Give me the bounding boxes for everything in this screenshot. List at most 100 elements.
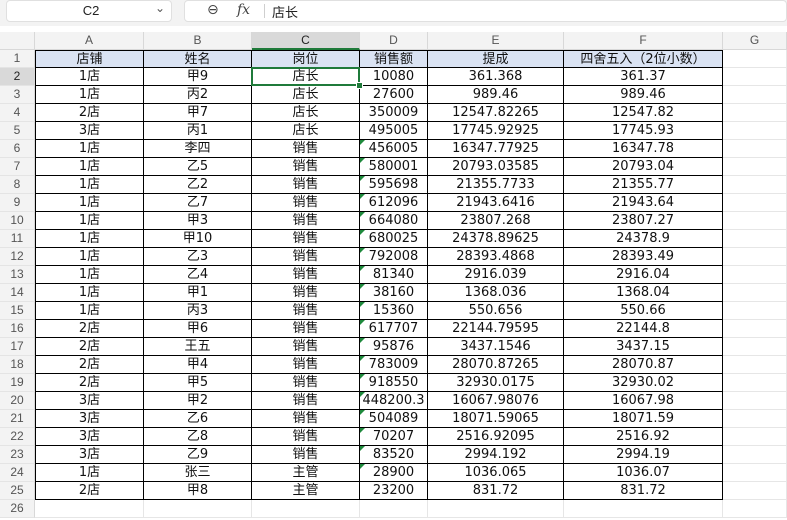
table-cell[interactable]: 销售 xyxy=(252,158,360,176)
empty-cell[interactable] xyxy=(723,104,787,122)
table-cell[interactable]: 乙2 xyxy=(144,176,252,194)
table-cell[interactable]: 18071.59 xyxy=(564,410,723,428)
header-cell[interactable]: 四舍五入（2位小数） xyxy=(564,50,723,68)
empty-cell[interactable] xyxy=(723,248,787,266)
empty-cell[interactable] xyxy=(723,50,787,68)
table-cell[interactable]: 2店 xyxy=(35,338,144,356)
row-header-5[interactable]: 5 xyxy=(0,122,35,140)
formula-input[interactable]: 店长 xyxy=(272,2,298,21)
table-cell[interactable]: 3店 xyxy=(35,410,144,428)
row-header-3[interactable]: 3 xyxy=(0,86,35,104)
row-header-14[interactable]: 14 xyxy=(0,284,35,302)
table-cell[interactable]: 乙5 xyxy=(144,158,252,176)
column-header-e[interactable]: E xyxy=(428,32,564,50)
empty-cell[interactable] xyxy=(723,212,787,230)
table-cell[interactable]: 504089 xyxy=(360,410,428,428)
table-cell[interactable]: 495005 xyxy=(360,122,428,140)
table-cell[interactable]: 销售 xyxy=(252,374,360,392)
table-cell[interactable]: 550.656 xyxy=(428,302,564,320)
table-cell[interactable]: 销售 xyxy=(252,356,360,374)
table-cell[interactable]: 销售 xyxy=(252,392,360,410)
table-cell[interactable]: 16067.98 xyxy=(564,392,723,410)
column-header-f[interactable]: F xyxy=(564,32,723,50)
table-cell[interactable]: 12547.82 xyxy=(564,104,723,122)
table-cell[interactable]: 28070.87 xyxy=(564,356,723,374)
row-header-8[interactable]: 8 xyxy=(0,176,35,194)
table-cell[interactable]: 店长 xyxy=(252,86,360,104)
table-cell[interactable]: 1店 xyxy=(35,230,144,248)
table-cell[interactable]: 2516.92 xyxy=(564,428,723,446)
row-header-2[interactable]: 2 xyxy=(0,68,35,86)
table-cell[interactable]: 销售 xyxy=(252,338,360,356)
table-cell[interactable]: 3店 xyxy=(35,122,144,140)
table-cell[interactable]: 2店 xyxy=(35,482,144,500)
table-cell[interactable]: 1店 xyxy=(35,212,144,230)
row-header-15[interactable]: 15 xyxy=(0,302,35,320)
header-cell[interactable]: 销售额 xyxy=(360,50,428,68)
column-header-d[interactable]: D xyxy=(360,32,428,50)
empty-cell[interactable] xyxy=(564,500,723,518)
fill-handle[interactable] xyxy=(356,82,363,89)
table-cell[interactable]: 销售 xyxy=(252,194,360,212)
table-cell[interactable]: 17745.93 xyxy=(564,122,723,140)
row-header-1[interactable]: 1 xyxy=(0,50,35,68)
table-cell[interactable]: 783009 xyxy=(360,356,428,374)
table-cell[interactable]: 甲7 xyxy=(144,104,252,122)
table-cell[interactable]: 甲1 xyxy=(144,284,252,302)
table-cell[interactable]: 1店 xyxy=(35,176,144,194)
table-cell[interactable]: 2994.192 xyxy=(428,446,564,464)
table-cell[interactable]: 主管 xyxy=(252,464,360,482)
table-cell[interactable]: 23200 xyxy=(360,482,428,500)
table-cell[interactable]: 甲10 xyxy=(144,230,252,248)
table-cell[interactable]: 18071.59065 xyxy=(428,410,564,428)
table-cell[interactable]: 831.72 xyxy=(564,482,723,500)
table-cell[interactable]: 1店 xyxy=(35,140,144,158)
row-header-11[interactable]: 11 xyxy=(0,230,35,248)
table-cell[interactable]: 店长 xyxy=(252,104,360,122)
empty-cell[interactable] xyxy=(723,428,787,446)
table-cell[interactable]: 617707 xyxy=(360,320,428,338)
table-cell[interactable]: 20793.04 xyxy=(564,158,723,176)
table-cell[interactable]: 1店 xyxy=(35,194,144,212)
table-cell[interactable]: 456005 xyxy=(360,140,428,158)
zoom-icon[interactable]: ⊖ xyxy=(207,2,219,18)
empty-cell[interactable] xyxy=(723,356,787,374)
table-cell[interactable]: 2店 xyxy=(35,374,144,392)
empty-cell[interactable] xyxy=(723,392,787,410)
empty-cell[interactable] xyxy=(723,374,787,392)
table-cell[interactable]: 831.72 xyxy=(428,482,564,500)
row-header-12[interactable]: 12 xyxy=(0,248,35,266)
empty-cell[interactable] xyxy=(144,500,252,518)
table-cell[interactable]: 1店 xyxy=(35,284,144,302)
table-cell[interactable]: 乙9 xyxy=(144,446,252,464)
row-header-17[interactable]: 17 xyxy=(0,338,35,356)
table-cell[interactable]: 664080 xyxy=(360,212,428,230)
row-header-18[interactable]: 18 xyxy=(0,356,35,374)
table-cell[interactable]: 17745.92925 xyxy=(428,122,564,140)
table-cell[interactable]: 448200.3 xyxy=(360,392,428,410)
table-cell[interactable]: 1368.036 xyxy=(428,284,564,302)
table-cell[interactable]: 销售 xyxy=(252,248,360,266)
column-header-g[interactable]: G xyxy=(723,32,787,50)
table-cell[interactable]: 甲5 xyxy=(144,374,252,392)
row-header-13[interactable]: 13 xyxy=(0,266,35,284)
row-header-22[interactable]: 22 xyxy=(0,428,35,446)
table-cell[interactable]: 16067.98076 xyxy=(428,392,564,410)
table-cell[interactable]: 3437.1546 xyxy=(428,338,564,356)
empty-cell[interactable] xyxy=(723,158,787,176)
table-cell[interactable]: 12547.82265 xyxy=(428,104,564,122)
table-cell[interactable]: 销售 xyxy=(252,266,360,284)
empty-cell[interactable] xyxy=(723,464,787,482)
table-cell[interactable]: 乙4 xyxy=(144,266,252,284)
table-cell[interactable]: 22144.8 xyxy=(564,320,723,338)
table-cell[interactable]: 15360 xyxy=(360,302,428,320)
table-cell[interactable]: 10080 xyxy=(360,68,428,86)
table-cell[interactable]: 3店 xyxy=(35,428,144,446)
table-cell[interactable]: 21355.77 xyxy=(564,176,723,194)
table-cell[interactable]: 2店 xyxy=(35,104,144,122)
row-header-24[interactable]: 24 xyxy=(0,464,35,482)
empty-cell[interactable] xyxy=(723,86,787,104)
row-header-25[interactable]: 25 xyxy=(0,482,35,500)
table-cell[interactable]: 28070.87265 xyxy=(428,356,564,374)
table-cell[interactable]: 22144.79595 xyxy=(428,320,564,338)
